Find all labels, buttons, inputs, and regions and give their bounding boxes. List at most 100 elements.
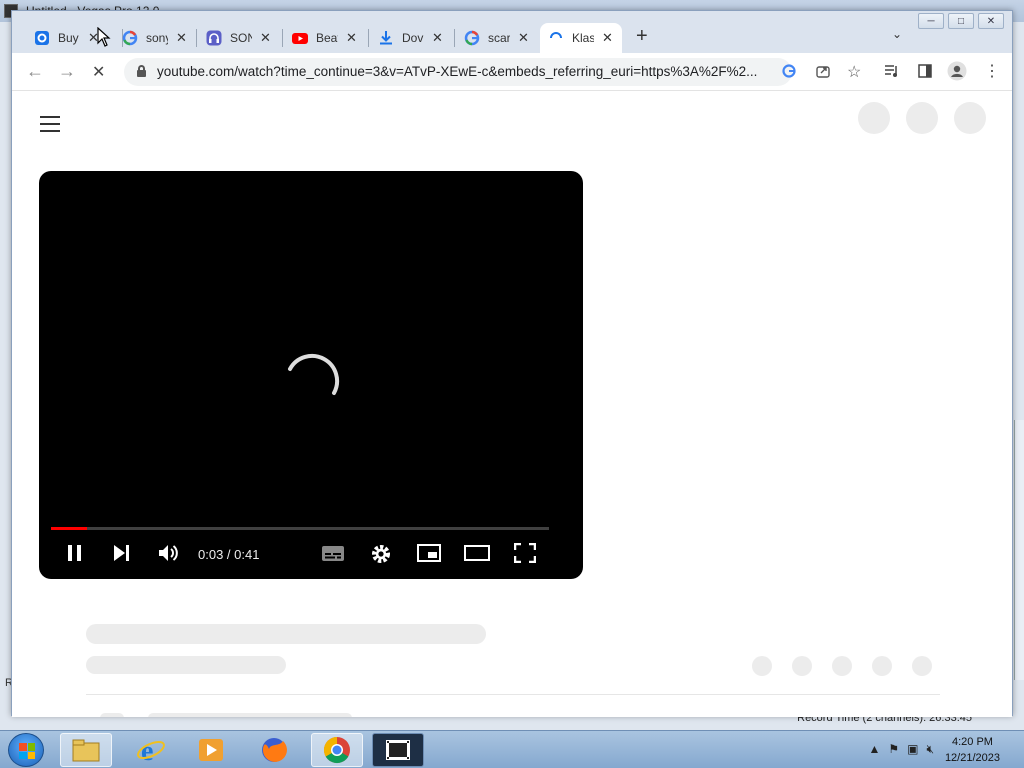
- close-window-button[interactable]: ✕: [978, 13, 1004, 29]
- skeleton-action: [832, 656, 852, 676]
- volume-icon[interactable]: [158, 543, 180, 568]
- skeleton-channel: [148, 713, 352, 717]
- tab-label: Dov: [402, 31, 424, 45]
- maximize-button[interactable]: □: [948, 13, 974, 29]
- address-bar[interactable]: youtube.com/watch?time_continue=3&v=ATvP…: [124, 58, 861, 86]
- google-icon: [122, 30, 138, 46]
- next-button[interactable]: [111, 543, 131, 568]
- mouse-cursor-icon: [97, 27, 111, 47]
- chrome-window: ─ □ ✕ Buy ✕ sony ✕ SON ✕: [11, 10, 1013, 717]
- skeleton-avatar: [100, 713, 124, 717]
- show-hidden-icons-icon[interactable]: ▲: [868, 742, 880, 757]
- lock-icon[interactable]: [137, 65, 146, 77]
- file-explorer-taskbar-button[interactable]: [60, 733, 112, 767]
- chrome-taskbar-button[interactable]: [311, 733, 363, 767]
- internet-explorer-icon: e: [137, 736, 165, 765]
- skeleton-header-button: [954, 102, 986, 134]
- browser-toolbar: ← → ✕ youtube.com/watch?time_continue=3&…: [12, 53, 1012, 91]
- tab-label: Beat: [316, 31, 338, 45]
- skeleton-action: [792, 656, 812, 676]
- tab-son[interactable]: SON ✕: [198, 23, 279, 53]
- firefox-taskbar-button[interactable]: [248, 733, 300, 767]
- loading-spinner-icon: [288, 354, 340, 395]
- tab-beat[interactable]: Beat ✕: [284, 23, 365, 53]
- tab-label: SON: [230, 31, 252, 45]
- new-tab-button[interactable]: +: [636, 25, 648, 48]
- skeleton-action: [912, 656, 932, 676]
- close-tab-icon[interactable]: ✕: [346, 30, 357, 46]
- firefox-icon: [262, 738, 287, 762]
- tab-klas-active[interactable]: Klas ✕: [540, 23, 622, 53]
- close-tab-icon[interactable]: ✕: [176, 30, 187, 46]
- system-clock[interactable]: 4:20 PM 12/21/2023: [945, 734, 1000, 766]
- media-control-icon[interactable]: [884, 63, 900, 82]
- skeleton-action: [752, 656, 772, 676]
- tab-scar[interactable]: scar ✕: [456, 23, 537, 53]
- google-icon: [464, 30, 480, 46]
- windows-logo-icon: [19, 743, 35, 759]
- tab-search-button[interactable]: ⌄: [892, 27, 902, 41]
- bookmark-star-icon[interactable]: ☆: [847, 62, 861, 82]
- taskbar: e ▲ ⚑ ▣ 🔇︎ 4:20 PM 12/21/2023: [0, 730, 1024, 768]
- app-icon: [34, 30, 50, 46]
- settings-gear-icon[interactable]: [370, 543, 392, 570]
- skeleton-title: [86, 624, 486, 644]
- back-button[interactable]: ←: [26, 61, 44, 82]
- hamburger-menu-icon[interactable]: [40, 116, 60, 137]
- video-player[interactable]: 0:03 / 0:41: [39, 171, 583, 579]
- youtube-icon: [292, 30, 308, 46]
- tab-label: scar: [488, 31, 510, 45]
- progress-played: [51, 527, 88, 530]
- action-center-flag-icon[interactable]: ⚑: [888, 742, 899, 757]
- forward-button[interactable]: →: [58, 61, 76, 82]
- tab-buy[interactable]: Buy ✕: [26, 23, 107, 53]
- time-display: 0:03 / 0:41: [198, 547, 260, 562]
- chrome-icon: [323, 736, 350, 764]
- vegas-taskbar-button[interactable]: [372, 733, 424, 767]
- profile-avatar-icon[interactable]: [947, 61, 967, 84]
- pause-button[interactable]: [65, 543, 85, 568]
- system-tray: ▲ ⚑ ▣ 🔇︎: [868, 742, 934, 757]
- kebab-menu-icon[interactable]: ⋮: [984, 61, 1000, 81]
- headphones-icon: [206, 30, 222, 46]
- close-tab-icon[interactable]: ✕: [260, 30, 271, 46]
- theater-mode-icon[interactable]: [464, 543, 490, 568]
- skeleton-header-button: [906, 102, 938, 134]
- svg-text:e: e: [141, 736, 153, 765]
- tab-download[interactable]: Dov ✕: [370, 23, 451, 53]
- tab-separator: [368, 29, 369, 47]
- volume-muted-icon[interactable]: 🔇︎: [926, 742, 934, 757]
- side-panel-icon[interactable]: [917, 63, 933, 82]
- network-icon[interactable]: ▣: [907, 742, 918, 757]
- url-text[interactable]: youtube.com/watch?time_continue=3&v=ATvP…: [157, 64, 769, 79]
- loading-icon: [548, 30, 564, 46]
- vegas-icon: [386, 740, 410, 760]
- tab-label: Buy: [58, 31, 79, 45]
- file-explorer-icon: [72, 739, 100, 762]
- skeleton-subtitle: [86, 656, 286, 674]
- divider: [86, 694, 940, 695]
- tab-separator: [282, 29, 283, 47]
- download-icon: [378, 30, 394, 46]
- start-button[interactable]: [8, 733, 44, 767]
- background-right-panel: [1014, 420, 1024, 680]
- close-tab-icon[interactable]: ✕: [518, 30, 529, 46]
- progress-bar[interactable]: [51, 527, 549, 530]
- minimize-button[interactable]: ─: [918, 13, 944, 29]
- tab-sony[interactable]: sony ✕: [114, 23, 195, 53]
- close-tab-icon[interactable]: ✕: [602, 30, 613, 46]
- media-player-taskbar-button[interactable]: [185, 733, 237, 767]
- subtitles-icon[interactable]: [321, 543, 345, 568]
- tab-separator: [196, 29, 197, 47]
- google-lens-icon[interactable]: [781, 63, 797, 82]
- miniplayer-icon[interactable]: [417, 543, 441, 568]
- clock-time: 4:20 PM: [951, 736, 993, 748]
- internet-explorer-taskbar-button[interactable]: e: [125, 733, 177, 767]
- stop-loading-button[interactable]: ✕: [92, 62, 105, 82]
- clock-date: 12/21/2023: [944, 752, 1000, 764]
- media-player-icon: [199, 739, 223, 761]
- fullscreen-icon[interactable]: [513, 542, 537, 568]
- tab-separator: [454, 29, 455, 47]
- share-icon[interactable]: [815, 63, 831, 82]
- close-tab-icon[interactable]: ✕: [432, 30, 443, 46]
